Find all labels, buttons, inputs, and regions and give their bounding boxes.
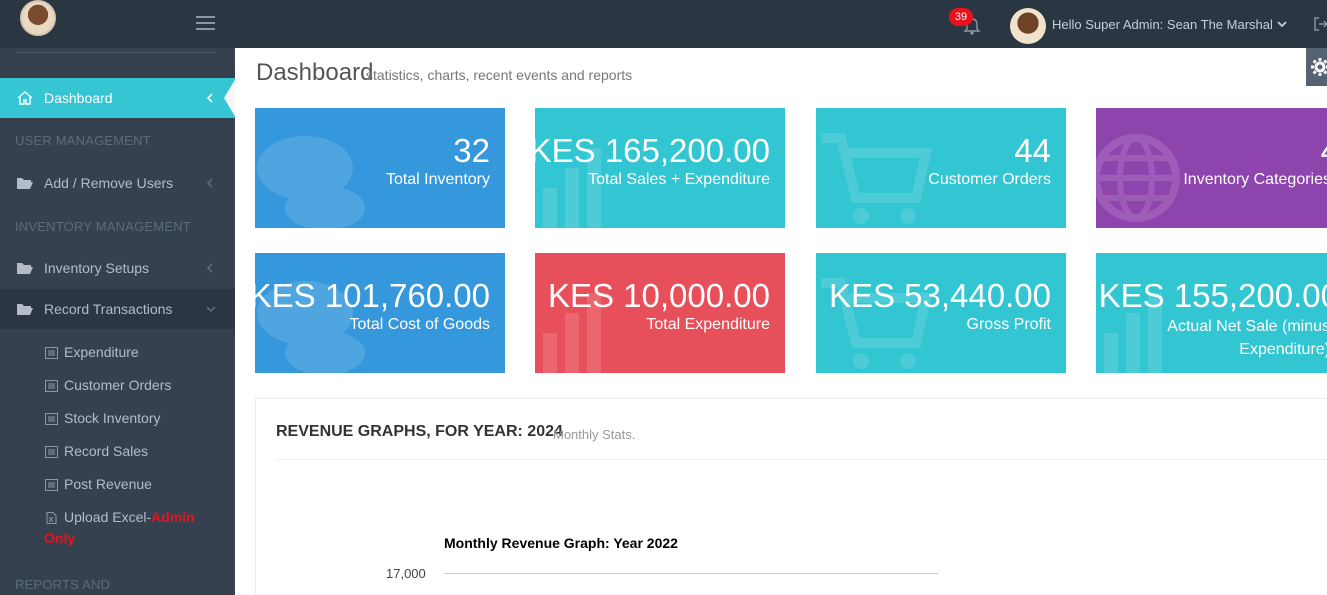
tile-value: KES 165,200.00 — [535, 132, 770, 169]
logout-icon[interactable] — [1313, 16, 1327, 32]
sidebar-item-dashboard[interactable]: Dashboard — [0, 78, 236, 118]
sidebar-subitem-customer-orders[interactable]: Customer Orders — [0, 369, 235, 402]
sidebar-item-label: Inventory Setups — [44, 260, 150, 276]
revenue-portlet: REVENUE GRAPHS, FOR YEAR: 2024 Monthly S… — [255, 398, 1327, 595]
sidebar-subitem-upload-excel[interactable]: Upload Excel-Admin Only — [0, 501, 235, 547]
list-icon — [45, 347, 58, 359]
sidebar-search[interactable] — [16, 52, 216, 53]
tile-value: KES 10,000.00 — [547, 277, 770, 314]
sidebar-subitem-label: Stock Inventory — [64, 410, 161, 426]
sidebar-subitem-label: Customer Orders — [64, 377, 172, 393]
chevron-left-icon — [206, 178, 213, 188]
chevron-left-icon — [206, 93, 213, 103]
user-avatar[interactable] — [1010, 8, 1046, 44]
tile-gross-profit[interactable]: KES 53,440.00 Gross Profit — [816, 253, 1066, 373]
tile-value: KES 155,200.00 — [1098, 277, 1327, 314]
tile-actual-net-sale[interactable]: KES 155,200.00 Actual Net Sale (minus Ex… — [1096, 253, 1327, 373]
tile-total-expenditure[interactable]: KES 10,000.00 Total Expenditure — [535, 253, 785, 373]
top-bar: 39 Hello Super Admin: Sean The Marshal — [0, 0, 1327, 48]
tile-label-line2: Expenditure) — [1239, 341, 1327, 358]
list-icon — [45, 380, 58, 392]
tile-label: Total Cost of Goods — [349, 316, 490, 333]
grid-line — [444, 573, 938, 574]
sidebar-item-users[interactable]: Add / Remove Users — [0, 163, 235, 203]
comments-icon — [257, 136, 365, 228]
divider — [276, 459, 1327, 460]
chart-title: Monthly Revenue Graph: Year 2022 — [444, 535, 678, 551]
tile-total-cost-of-goods[interactable]: KES 101,760.00 Total Cost of Goods — [255, 253, 505, 373]
sidebar-item-label: Add / Remove Users — [44, 175, 174, 191]
heading-user-management: USER MANAGEMENT — [15, 133, 151, 148]
tile-label: Gross Profit — [966, 316, 1051, 333]
tile-label: Total Inventory — [385, 171, 490, 188]
tile-label: Inventory Categories — [1183, 171, 1327, 188]
tile-value: 44 — [1014, 132, 1051, 169]
sidebar-subitem-record-sales[interactable]: Record Sales — [0, 435, 235, 468]
tile-value: KES 53,440.00 — [828, 277, 1051, 314]
tile-total-sales[interactable]: KES 165,200.00 Total Sales + Expenditure — [535, 108, 785, 228]
tile-label: Total Expenditure — [646, 316, 770, 333]
revenue-title: REVENUE GRAPHS, FOR YEAR: 2024 — [276, 423, 563, 440]
y-tick-label: 17,000 — [386, 566, 426, 581]
upload-excel-label: Upload Excel- — [64, 509, 152, 525]
tile-value: 32 — [453, 132, 490, 169]
list-icon — [45, 479, 58, 491]
tile-label: Total Sales + Expenditure — [588, 171, 770, 188]
file-excel-icon — [46, 512, 57, 524]
sidebar-subitem-label: Record Sales — [64, 443, 149, 459]
sidebar-subitem-stock-inventory[interactable]: Stock Inventory — [0, 402, 235, 435]
tile-customer-orders[interactable]: 44 Customer Orders — [816, 108, 1066, 228]
tile-label: Actual Net Sale (minus Expenditure) — [1167, 315, 1327, 361]
revenue-subtitle: Monthly Stats. — [553, 427, 636, 442]
gear-icon — [1311, 58, 1327, 76]
sidebar-item-inventory-setups[interactable]: Inventory Setups — [0, 248, 235, 288]
folder-open-icon — [17, 263, 33, 274]
main-content: Dashboard statistics, charts, recent eve… — [235, 48, 1327, 595]
heading-reports: REPORTS AND — [15, 577, 111, 592]
tile-total-inventory[interactable]: 32 Total Inventory — [255, 108, 505, 228]
list-icon — [45, 413, 58, 425]
sidebar-subitem-expenditure[interactable]: Expenditure — [0, 336, 235, 369]
chevron-left-icon — [206, 263, 213, 273]
shopping-cart-icon — [821, 133, 933, 224]
sidebar-item-label: Record Transactions — [44, 301, 173, 317]
home-icon — [17, 91, 33, 105]
chevron-down-icon — [206, 306, 216, 313]
sidebar-item-label: Dashboard — [44, 90, 113, 106]
tile-label-line1: Actual Net Sale (minus — [1167, 318, 1327, 335]
theme-settings-toggle[interactable] — [1306, 48, 1327, 86]
tile-inventory-categories[interactable]: 4 Inventory Categories — [1096, 108, 1327, 228]
chevron-down-icon[interactable] — [1277, 20, 1287, 28]
tile-value: KES 101,760.00 — [255, 277, 490, 314]
folder-open-icon — [17, 178, 33, 189]
page-title: Dashboard — [256, 59, 374, 86]
sidebar-subitem-label: Post Revenue — [64, 476, 152, 492]
user-greeting[interactable]: Hello Super Admin: Sean The Marshal — [1052, 17, 1273, 32]
sidebar-subitem-label: Expenditure — [64, 344, 139, 360]
folder-open-icon — [17, 304, 33, 315]
tile-value: 4 — [1321, 132, 1327, 170]
list-icon — [45, 446, 58, 458]
tile-label: Customer Orders — [928, 171, 1051, 188]
sidebar-item-record-transactions[interactable]: Record Transactions — [0, 289, 235, 329]
admin-only-label-2: Only — [44, 530, 76, 546]
sidebar-subitem-label: Upload Excel-Admin — [64, 509, 195, 525]
menu-icon[interactable] — [196, 16, 215, 30]
sidebar-subitem-post-revenue[interactable]: Post Revenue — [0, 468, 235, 501]
page-subtitle: statistics, charts, recent events and re… — [366, 67, 633, 83]
sidebar: Dashboard USER MANAGEMENT Add / Remove U… — [0, 48, 236, 595]
notification-badge[interactable]: 39 — [949, 8, 973, 26]
admin-only-label: Admin — [151, 509, 195, 525]
logo-avatar[interactable] — [20, 0, 56, 36]
heading-inventory-management: INVENTORY MANAGEMENT — [15, 219, 191, 234]
